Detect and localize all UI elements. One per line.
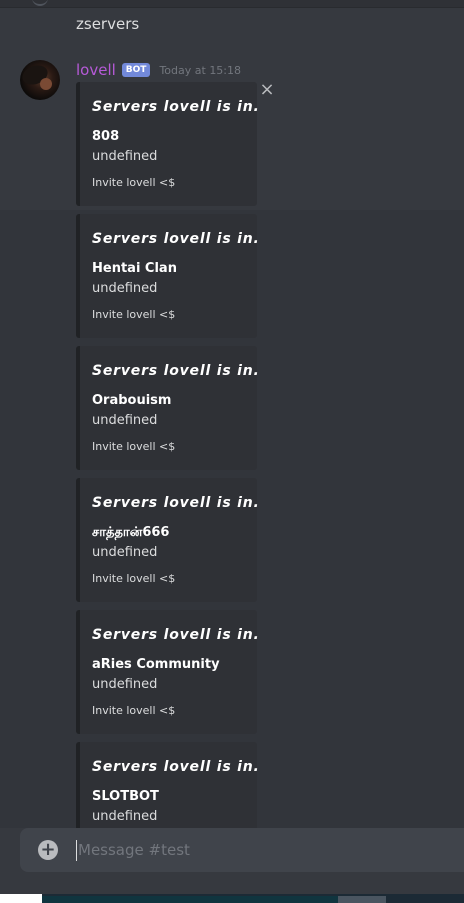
taskbar-app[interactable] [338, 896, 386, 903]
message-input[interactable] [78, 836, 448, 864]
embed-footer: Invite lovell <$ [92, 176, 176, 189]
embed-field-name: aRies Community [92, 657, 220, 672]
embed-field-name: Hentai Clan [92, 261, 177, 276]
text-caret [76, 840, 77, 861]
embed-field-name: SLOTBOT [92, 789, 159, 804]
message-composer: + [20, 828, 464, 872]
embed: Servers lovell is in. 808 undefined Invi… [76, 82, 260, 206]
embed-field-value: undefined [92, 677, 158, 692]
avatar[interactable] [20, 60, 60, 100]
taskbar-search[interactable] [42, 896, 338, 903]
embed-footer: Invite lovell <$ [92, 704, 176, 717]
embed-title: Servers lovell is in. [92, 99, 260, 115]
embed-field-value: undefined [92, 149, 158, 164]
embed: Servers lovell is in. Orabouism undefine… [76, 346, 260, 470]
embed: Servers lovell is in. Hentai Clan undefi… [76, 214, 260, 338]
top-edge [0, 0, 464, 8]
previous-message-text: zservers [76, 15, 140, 33]
divider [0, 7, 464, 8]
embed-footer: Invite lovell <$ [92, 308, 176, 321]
embed-field-name: 808 [92, 129, 120, 144]
embed-title: Servers lovell is in. [92, 495, 260, 511]
upload-plus-icon[interactable]: + [38, 840, 58, 860]
message-header: lovell BOT Today at 15:18 [76, 60, 241, 80]
embed-field-value: undefined [92, 413, 158, 428]
embed-field-value: undefined [92, 809, 158, 824]
timestamp[interactable]: Today at 15:18 [159, 64, 241, 77]
bot-tag: BOT [121, 63, 151, 77]
taskbar [0, 894, 464, 903]
close-icon[interactable]: × [258, 81, 276, 99]
embed-footer: Invite lovell <$ [92, 572, 176, 585]
embed: Servers lovell is in. aRies Community un… [76, 610, 260, 734]
embed-footer: Invite lovell <$ [92, 440, 176, 453]
embed: Servers lovell is in. சாத்தான்666 undefi… [76, 478, 260, 602]
embed-list: Servers lovell is in. 808 undefined Invi… [76, 82, 260, 874]
embed-title: Servers lovell is in. [92, 363, 260, 379]
username[interactable]: lovell [76, 61, 116, 79]
embed-field-value: undefined [92, 281, 158, 296]
embed-title: Servers lovell is in. [92, 759, 260, 775]
embed-field-value: undefined [92, 545, 158, 560]
embed-field-name: சாத்தான்666 [92, 525, 170, 540]
embed-field-name: Orabouism [92, 393, 172, 408]
taskbar-start[interactable] [0, 894, 42, 903]
embed-title: Servers lovell is in. [92, 231, 260, 247]
previous-message-icon [32, 0, 48, 6]
embed-title: Servers lovell is in. [92, 627, 260, 643]
